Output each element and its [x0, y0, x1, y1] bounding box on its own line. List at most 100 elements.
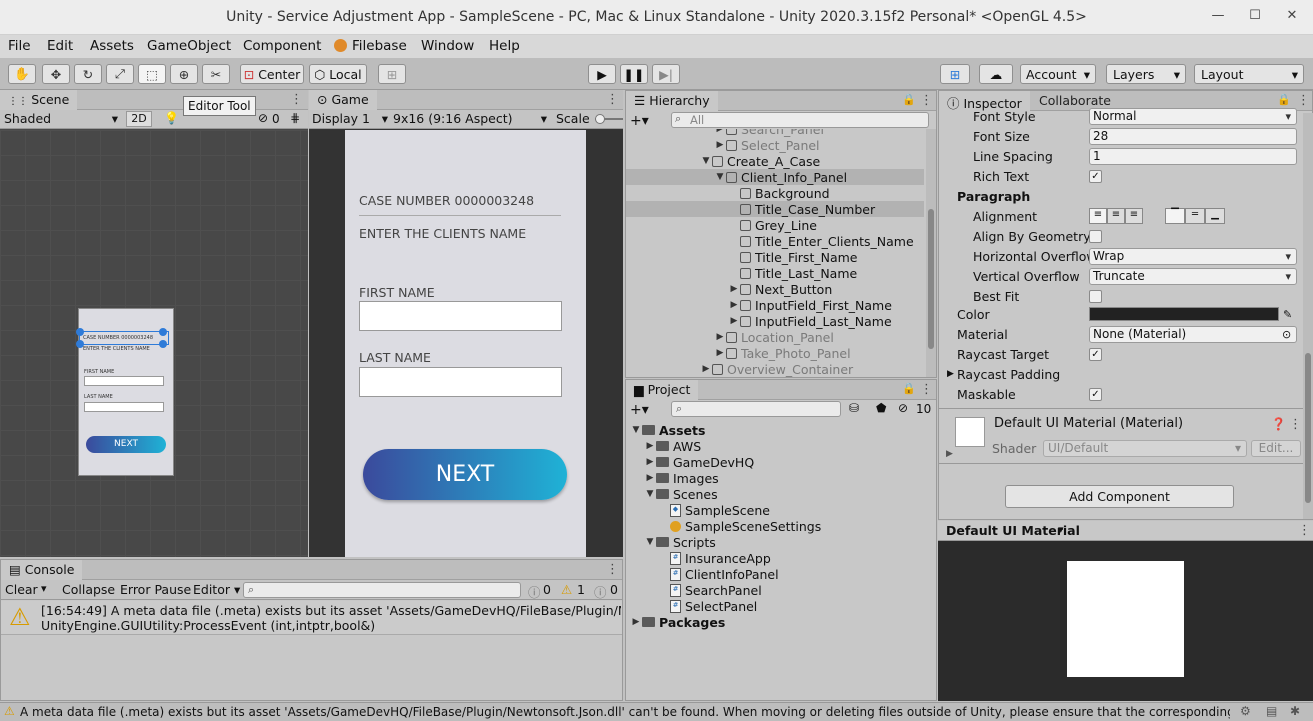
more-icon[interactable]: ⋮ [606, 92, 619, 107]
menu-gameobject[interactable]: GameObject [147, 38, 231, 54]
scene-canvas-preview[interactable]: CASE NUMBER 0000003248 ENTER THE CLIENTS… [76, 308, 174, 476]
hierarchy-item[interactable]: ▶ Take_Photo_Panel [626, 345, 924, 361]
lighting-icon[interactable]: ✱ [1290, 704, 1300, 718]
pause-button[interactable]: ❚❚ [620, 64, 648, 84]
expand-arrow-icon[interactable]: ▶ [644, 473, 656, 483]
progress-icon[interactable]: ▤ [1266, 704, 1277, 718]
font-size-field[interactable]: 28 [1089, 127, 1297, 145]
raycast-checkbox[interactable]: ✓ [1089, 347, 1102, 361]
collab-icon[interactable]: ⊞ [940, 64, 970, 84]
align-bottom-icon[interactable]: ▁ [1205, 208, 1225, 224]
account-dropdown[interactable]: Account ▾ [1020, 64, 1096, 84]
warning-count-icon[interactable]: ⚠ [561, 582, 572, 597]
move-tool-icon[interactable]: ✥ [42, 64, 70, 84]
clear-button[interactable]: Clear [5, 582, 38, 597]
shader-edit-button[interactable]: Edit... [1251, 440, 1301, 457]
lock-icon[interactable]: 🔒 [1277, 93, 1291, 106]
menu-window[interactable]: Window [421, 38, 474, 54]
hierarchy-item[interactable]: ▼ Create_A_Case [626, 153, 924, 169]
scale-tool-icon[interactable]: ⤢ [106, 64, 134, 84]
project-item[interactable]: SampleSceneSettings [626, 518, 924, 534]
error-count-icon[interactable]: ⓘ [594, 582, 607, 601]
handle-icon[interactable] [159, 328, 167, 336]
status-bar[interactable]: ⚠ A meta data file (.meta) exists but it… [0, 702, 1313, 721]
grid-snap-icon[interactable]: ⊞ [378, 64, 406, 84]
expand-arrow-icon[interactable]: ▶ [728, 316, 740, 326]
hierarchy-scrollbar[interactable] [926, 129, 936, 377]
shader-dropdown[interactable]: UI/Default ▾ [1043, 440, 1247, 457]
last-name-input[interactable] [359, 367, 562, 397]
first-name-input[interactable] [359, 301, 562, 331]
tab-console[interactable]: ▤ Console [1, 560, 83, 580]
line-spacing-field[interactable]: 1 [1089, 147, 1297, 165]
pivot-local-button[interactable]: ⬡ Local [309, 64, 367, 84]
hierarchy-item[interactable]: Title_Case_Number [626, 201, 924, 217]
menu-filebase[interactable]: Filebase [352, 38, 407, 54]
hierarchy-item[interactable]: Grey_Line [626, 217, 924, 233]
2d-toggle[interactable]: 2D [126, 111, 152, 127]
play-button[interactable]: ▶ [588, 64, 616, 84]
transform-tool-icon[interactable]: ⊕ [170, 64, 198, 84]
project-item[interactable]: ◆ SampleScene [626, 502, 924, 518]
align-right-icon[interactable]: ≡ [1125, 208, 1143, 224]
menu-edit[interactable]: Edit [47, 38, 73, 54]
v-overflow-dropdown[interactable]: Truncate [1089, 267, 1297, 285]
maskable-checkbox[interactable]: ✓ [1089, 387, 1102, 401]
align-middle-icon[interactable]: ═ [1185, 208, 1205, 224]
project-item[interactable]: ▼ Scripts [626, 534, 924, 550]
rect-tool-icon[interactable]: ⬚ [138, 64, 166, 84]
expand-arrow-icon[interactable]: ▶ [728, 284, 740, 294]
collapse-arrow-icon[interactable]: ▼ [700, 156, 712, 166]
expand-arrow-icon[interactable]: ▶ [714, 129, 726, 134]
lock-icon[interactable]: 🔒 [902, 93, 916, 106]
create-add-icon[interactable]: +▾ [630, 402, 649, 418]
help-icon[interactable]: ❓ [1271, 417, 1286, 431]
console-search-input[interactable]: ⌕ [243, 582, 521, 598]
inspector-scrollbar[interactable] [1303, 113, 1313, 519]
tab-hierarchy[interactable]: ☰ Hierarchy [626, 91, 718, 111]
filter-type-icon[interactable]: ⛁ [849, 401, 859, 415]
hierarchy-item[interactable]: Title_First_Name [626, 249, 924, 265]
rotate-tool-icon[interactable]: ↻ [74, 64, 102, 84]
object-picker-icon[interactable]: ⊙ [1282, 328, 1291, 341]
info-count-icon[interactable]: ⓘ [528, 582, 541, 601]
menu-assets[interactable]: Assets [90, 38, 134, 54]
hierarchy-item[interactable]: ▶ Next_Button [626, 281, 924, 297]
color-swatch[interactable] [1089, 307, 1279, 321]
light-icon[interactable]: 💡 [164, 111, 179, 125]
label-filter-icon[interactable]: ⬟ [876, 401, 886, 415]
hierarchy-item[interactable]: ▶ Search_Panel [626, 129, 924, 137]
tab-game[interactable]: ⊙ Game [309, 90, 377, 110]
hierarchy-item[interactable]: ▶ InputField_Last_Name [626, 313, 924, 329]
hierarchy-item[interactable]: ▼ Client_Info_Panel [626, 169, 924, 185]
hand-tool-icon[interactable]: ✋ [8, 64, 36, 84]
chevron-down-icon[interactable]: ▾ [1058, 523, 1064, 536]
handle-icon[interactable] [76, 340, 84, 348]
expand-arrow-icon[interactable]: ▶ [644, 457, 656, 467]
project-search-input[interactable]: ⌕ [671, 401, 841, 417]
handle-icon[interactable] [159, 340, 167, 348]
collapse-arrow-icon[interactable]: ▼ [644, 537, 656, 547]
more-icon[interactable]: ⋮ [1289, 417, 1302, 432]
hierarchy-search-input[interactable]: All [671, 112, 929, 128]
more-icon[interactable]: ⋮ [920, 382, 933, 397]
rich-text-checkbox[interactable]: ✓ [1089, 169, 1102, 183]
close-icon[interactable]: ✕ [1280, 8, 1304, 28]
more-icon[interactable]: ⋮ [1298, 523, 1311, 538]
hierarchy-item[interactable]: Title_Last_Name [626, 265, 924, 281]
menu-help[interactable]: Help [489, 38, 520, 54]
editor-dropdown[interactable]: Editor ▾ [193, 582, 240, 597]
project-item[interactable]: # SelectPanel [626, 598, 924, 614]
expand-arrow-icon[interactable]: ▶ [700, 364, 712, 374]
menu-file[interactable]: File [8, 38, 31, 54]
project-item[interactable]: # InsuranceApp [626, 550, 924, 566]
collapse-arrow-icon[interactable]: ▼ [644, 489, 656, 499]
expand-arrow-icon[interactable]: ▶ [644, 441, 656, 451]
align-center-icon[interactable]: ≡ [1107, 208, 1125, 224]
collapse-arrow-icon[interactable]: ▼ [630, 425, 642, 435]
next-button[interactable]: NEXT [363, 449, 567, 500]
font-style-dropdown[interactable]: Normal [1089, 107, 1297, 125]
create-add-icon[interactable]: +▾ [630, 113, 649, 129]
more-icon[interactable]: ⋮ [290, 92, 303, 107]
custom-tool-icon[interactable]: ✂ [202, 64, 230, 84]
